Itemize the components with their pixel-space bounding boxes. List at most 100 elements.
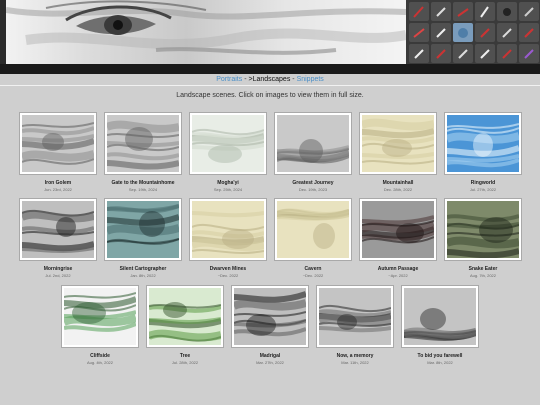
- banner-bottom-bar: [0, 64, 540, 74]
- artwork-brushstroke: [107, 160, 179, 170]
- brush-icon: [453, 44, 473, 63]
- artwork-shape: [139, 211, 165, 237]
- thumbnail[interactable]: [61, 285, 139, 348]
- thumbnail-title: Greatest Journey: [292, 180, 334, 186]
- thumbnail[interactable]: [274, 198, 352, 261]
- gallery-item: Mountainhall Dec. 28th, 2022: [359, 112, 437, 193]
- breadcrumb-divider: [0, 85, 540, 86]
- thumbnail-date: Dec. 28th, 2022: [383, 187, 413, 192]
- thumbnail[interactable]: [189, 112, 267, 175]
- thumbnail-artwork: [319, 288, 391, 345]
- gallery-item: Madrigal Mar. 27th, 2022: [231, 285, 309, 366]
- thumbnail[interactable]: [401, 285, 479, 348]
- artwork-shape: [208, 145, 242, 163]
- thumbnail-artwork: [404, 288, 476, 345]
- thumbnail[interactable]: [316, 285, 394, 348]
- gallery-item: Iron Golem Jun. 23rd, 2022: [19, 112, 97, 193]
- thumbnail[interactable]: [19, 112, 97, 175]
- thumbnail-artwork: [362, 201, 434, 258]
- thumbnail-artwork: [107, 201, 179, 258]
- thumbnail-title: Cavern: [304, 266, 322, 272]
- gallery-item: Dwarven Mines ~Dec. 2022: [189, 198, 267, 279]
- thumbnail-date: ~Dec. 2022: [302, 273, 324, 278]
- thumbnail[interactable]: [104, 198, 182, 261]
- breadcrumb-link-portraits[interactable]: Portraits: [216, 76, 242, 83]
- artwork-shape: [382, 139, 412, 157]
- intro-text: Landscape scenes. Click on images to vie…: [176, 92, 364, 99]
- brush-icon: [409, 44, 429, 63]
- gallery-item: Gate to the Mountainhome Sep. 19th, 2024: [104, 112, 182, 193]
- brush-icon: [431, 23, 451, 42]
- brush-icon: [519, 44, 539, 63]
- artwork-shape: [313, 223, 335, 249]
- thumbnail-artwork: [22, 115, 94, 172]
- brush-icon: [475, 2, 495, 21]
- artwork-brushstroke: [447, 236, 519, 249]
- thumbnail-date: ~Apr. 2022: [388, 273, 408, 278]
- thumbnail-title: Dwarven Mines: [209, 266, 247, 272]
- artwork-shape: [479, 217, 513, 243]
- artwork-shape: [337, 314, 357, 330]
- artwork-brushstroke: [319, 326, 391, 333]
- thumbnail-date: Sep. 19th, 2024: [128, 187, 158, 192]
- artwork-brushstroke: [192, 134, 264, 146]
- thumbnail[interactable]: [359, 198, 437, 261]
- thumbnail-title: Madrigal: [259, 353, 281, 359]
- thumbnail[interactable]: [444, 112, 522, 175]
- thumbnail-date: Aug. 4th, 2022: [86, 360, 114, 365]
- thumbnail-artwork: [447, 115, 519, 172]
- thumbnail-artwork: [149, 288, 221, 345]
- thumbnail-artwork: [362, 115, 434, 172]
- thumbnail[interactable]: [444, 198, 522, 261]
- thumbnail-title: Ringworld: [470, 180, 496, 186]
- gallery-row-3: Cliffside Aug. 4th, 2022 Tree Jul. 28th,…: [61, 285, 486, 366]
- artwork-brushstroke: [22, 150, 94, 162]
- thumbnail[interactable]: [146, 285, 224, 348]
- artwork-shape: [299, 139, 323, 163]
- thumbnail-artwork: [22, 201, 94, 258]
- artwork-brushstroke: [362, 118, 434, 131]
- thumbnail-title: Now, a memory: [336, 353, 374, 359]
- thumbnail-title: Morningrise: [43, 266, 73, 272]
- gallery-item: Snake Eater Aug. 7th, 2022: [444, 198, 522, 279]
- artwork-shape: [163, 302, 187, 318]
- thumbnail-date: Mar. 11th, 2022: [341, 360, 369, 365]
- thumbnail[interactable]: [104, 112, 182, 175]
- thumbnail-title: Silent Cartographer: [119, 266, 167, 272]
- thumbnail-artwork: [447, 201, 519, 258]
- thumbnail-artwork: [192, 115, 264, 172]
- brush-icon: [409, 2, 429, 21]
- artwork-shape: [72, 302, 106, 324]
- brush-icon: [475, 23, 495, 42]
- thumbnail[interactable]: [274, 112, 352, 175]
- thumbnail-date: Mar. 27th, 2022: [256, 360, 284, 365]
- thumbnail-title: Mountainhall: [382, 180, 414, 186]
- thumbnail-title: Iron Golem: [44, 180, 72, 186]
- gallery-item: To bid you farewell Mar. 8th, 2022: [401, 285, 479, 366]
- brush-icon: [431, 44, 451, 63]
- thumbnail-date: Jan. 8th, 2022: [130, 273, 156, 278]
- gallery-item: Mogha'yi Sep. 25th, 2024: [189, 112, 267, 193]
- thumbnail-artwork: [64, 288, 136, 345]
- artwork-brushstroke: [192, 211, 264, 218]
- thumbnail-title: Cliffside: [90, 353, 110, 359]
- brush-icon: [431, 2, 451, 21]
- thumbnail[interactable]: [19, 198, 97, 261]
- header-banner: [0, 0, 540, 64]
- gallery-item: Now, a memory Mar. 11th, 2022: [316, 285, 394, 366]
- gallery-item: Cavern ~Dec. 2022: [274, 198, 352, 279]
- thumbnail[interactable]: [231, 285, 309, 348]
- thumbnail-title: Snake Eater: [468, 266, 498, 272]
- brush-icon: [519, 2, 539, 21]
- banner-artwork: [5, 0, 407, 64]
- gallery-item: Morningrise Jul. 2nd, 2022: [19, 198, 97, 279]
- gallery-row-2: Morningrise Jul. 2nd, 2022 Silent Cartog…: [19, 198, 529, 279]
- thumbnail[interactable]: [359, 112, 437, 175]
- banner-eye-painting: [5, 0, 407, 55]
- thumbnail[interactable]: [189, 198, 267, 261]
- gallery-item: Autumn Passage ~Apr. 2022: [359, 198, 437, 279]
- breadcrumb-link-snippets[interactable]: Snippets: [297, 76, 324, 83]
- thumbnail-date: Jul. 27th, 2022: [469, 187, 497, 192]
- brush-icon: [453, 2, 473, 21]
- artwork-brushstroke: [234, 299, 306, 311]
